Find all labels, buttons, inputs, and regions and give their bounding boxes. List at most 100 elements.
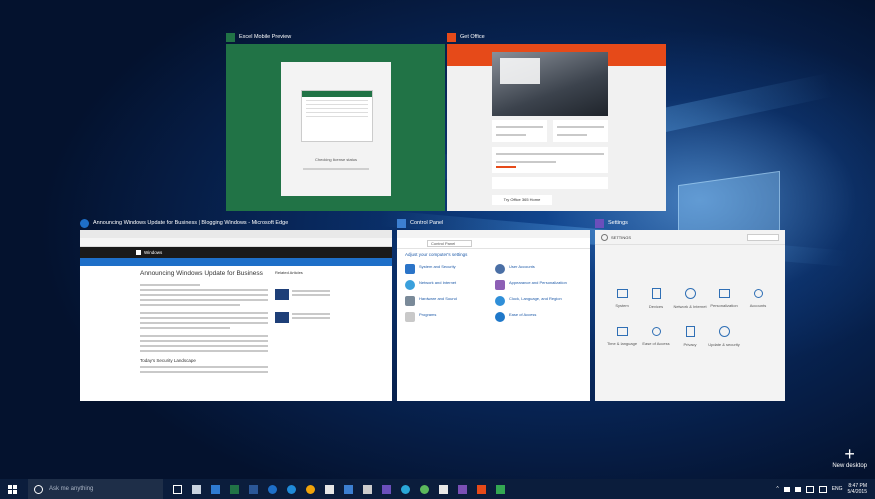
cp-item[interactable]: Appearance and Personalization — [495, 280, 585, 290]
settings-tile[interactable]: Accounts — [741, 285, 775, 319]
search-box[interactable]: Ask me anything — [28, 479, 163, 499]
window-title-bar[interactable]: Excel Mobile Preview — [226, 30, 291, 44]
window-thumbnail[interactable]: Windows Announcing Windows Update for Bu… — [80, 230, 392, 401]
action-center-icon[interactable] — [818, 485, 827, 493]
window-title-bar[interactable]: Control Panel — [397, 216, 443, 230]
desktop-background: Excel Mobile Preview Checking license st… — [0, 0, 875, 499]
personalization-icon — [495, 280, 505, 290]
refresh-icon — [718, 326, 730, 337]
window-title: Control Panel — [410, 220, 444, 226]
programs-icon — [405, 312, 415, 322]
network-tray-icon[interactable] — [805, 485, 814, 493]
store-icon[interactable] — [211, 484, 220, 494]
language-indicator[interactable]: ENG — [832, 486, 843, 492]
window-title: Settings — [608, 220, 628, 226]
office-tile — [492, 120, 547, 142]
onenote-taskbar-icon[interactable] — [458, 484, 467, 494]
file-explorer-icon[interactable] — [192, 484, 201, 494]
settings-taskbar-icon[interactable] — [382, 484, 391, 494]
office-taskbar-icon[interactable] — [477, 484, 486, 494]
battery-icon[interactable] — [783, 486, 790, 492]
start-button[interactable] — [8, 484, 17, 494]
office-footer-bar — [492, 177, 608, 189]
excel-icon — [226, 32, 235, 42]
office-cta-button[interactable]: Try Office 365 Home — [492, 195, 552, 205]
chevron-up-icon[interactable]: ^ — [776, 486, 778, 492]
plus-icon: + — [844, 444, 855, 464]
window-thumbnail[interactable]: Checking license status — [226, 44, 445, 211]
users-icon — [495, 264, 505, 274]
window-title: Announcing Windows Update for Business |… — [93, 220, 289, 226]
browser-tab-bar — [80, 230, 392, 238]
edge-icon — [80, 218, 89, 228]
word-taskbar-icon[interactable] — [249, 484, 258, 494]
cp-item[interactable]: Clock, Language, and Region — [495, 296, 585, 306]
window-title: Excel Mobile Preview — [239, 34, 292, 40]
paint-taskbar-icon[interactable] — [363, 484, 372, 494]
clock-date: 5/4/2015 — [847, 489, 867, 495]
cp-address: Control Panel — [427, 239, 473, 247]
accessibility-icon — [651, 327, 661, 336]
article-subheading: Today's Security Landscape — [140, 358, 196, 363]
site-brand: Windows — [144, 250, 163, 255]
cp-item[interactable]: Network and Internet — [405, 280, 490, 290]
cp-item[interactable]: Hardware and Sound — [405, 296, 490, 306]
settings-tile[interactable]: Update & security — [707, 323, 741, 357]
window-title-bar[interactable]: Settings — [595, 216, 628, 230]
maps-taskbar-icon[interactable] — [496, 484, 505, 494]
control-panel-icon — [397, 218, 406, 228]
settings-header: SETTINGS — [595, 230, 785, 245]
chrome-taskbar-icon[interactable] — [306, 484, 315, 494]
settings-tile[interactable]: System — [605, 285, 639, 319]
notepad-taskbar-icon[interactable] — [325, 484, 334, 494]
article-title: Announcing Windows Update for Business — [140, 270, 263, 277]
office-icon — [447, 32, 456, 42]
ie-taskbar-icon[interactable] — [287, 484, 296, 494]
mail-taskbar-icon[interactable] — [439, 484, 448, 494]
cp-left-column: System and Security Network and Internet… — [405, 264, 490, 328]
progress-placeholder — [303, 168, 369, 170]
window-title: Get Office — [460, 34, 485, 40]
window-control-panel[interactable]: Control Panel Control Panel Adjust your … — [397, 216, 590, 401]
cp-item[interactable]: System and Security — [405, 264, 490, 274]
window-settings[interactable]: Settings SETTINGS System Devices Network… — [595, 216, 785, 401]
cp-item[interactable]: Programs — [405, 312, 490, 322]
clock[interactable]: 8:47 PM 5/4/2015 — [848, 483, 867, 495]
control-panel-taskbar-icon[interactable] — [344, 484, 353, 494]
photos-taskbar-icon[interactable] — [401, 484, 410, 494]
devices-icon — [651, 288, 661, 299]
lock-icon — [685, 326, 695, 337]
window-edge[interactable]: Announcing Windows Update for Business |… — [80, 216, 392, 401]
settings-search-box[interactable] — [747, 233, 779, 241]
settings-tile[interactable]: Network & Internet — [673, 285, 707, 319]
office-hero-image — [492, 52, 608, 116]
new-desktop-label: New desktop — [832, 463, 867, 469]
settings-tile[interactable]: Ease of Access — [639, 323, 673, 357]
excel-taskbar-icon[interactable] — [230, 484, 239, 494]
settings-tile[interactable]: Time & language — [605, 323, 639, 357]
window-excel[interactable]: Excel Mobile Preview Checking license st… — [226, 30, 445, 213]
window-thumbnail[interactable]: Try Office 365 Home — [447, 44, 666, 211]
new-desktop-button[interactable]: + New desktop — [832, 445, 867, 469]
xbox-taskbar-icon[interactable] — [420, 484, 429, 494]
window-title-bar[interactable]: Get Office — [447, 30, 485, 44]
shield-icon — [405, 264, 415, 274]
volume-icon[interactable] — [794, 486, 801, 492]
window-get-office[interactable]: Get Office Try Office 365 Home — [447, 30, 666, 213]
window-title-bar[interactable]: Announcing Windows Update for Business |… — [80, 216, 288, 230]
settings-tile[interactable]: Privacy — [673, 323, 707, 357]
article-body: Announcing Windows Update for Business T… — [140, 270, 268, 376]
window-thumbnail[interactable]: Control Panel Adjust your computer's set… — [397, 230, 590, 401]
cp-item[interactable]: Ease of Access — [495, 312, 585, 322]
system-icon — [616, 289, 628, 298]
cp-address-bar: Control Panel — [397, 238, 590, 249]
browser-address-bar — [80, 238, 392, 247]
task-view-icon[interactable] — [173, 484, 182, 494]
taskbar: Ask me anything ^ ENG 8:47 PM 5/4/2015 — [0, 479, 875, 499]
cp-item[interactable]: User Accounts — [495, 264, 585, 274]
settings-tile[interactable]: Personalization — [707, 285, 741, 319]
settings-gear-icon — [595, 218, 604, 228]
settings-tile[interactable]: Devices — [639, 285, 673, 319]
window-thumbnail[interactable]: SETTINGS System Devices Network & Intern… — [595, 230, 785, 401]
edge-taskbar-icon[interactable] — [268, 484, 277, 494]
